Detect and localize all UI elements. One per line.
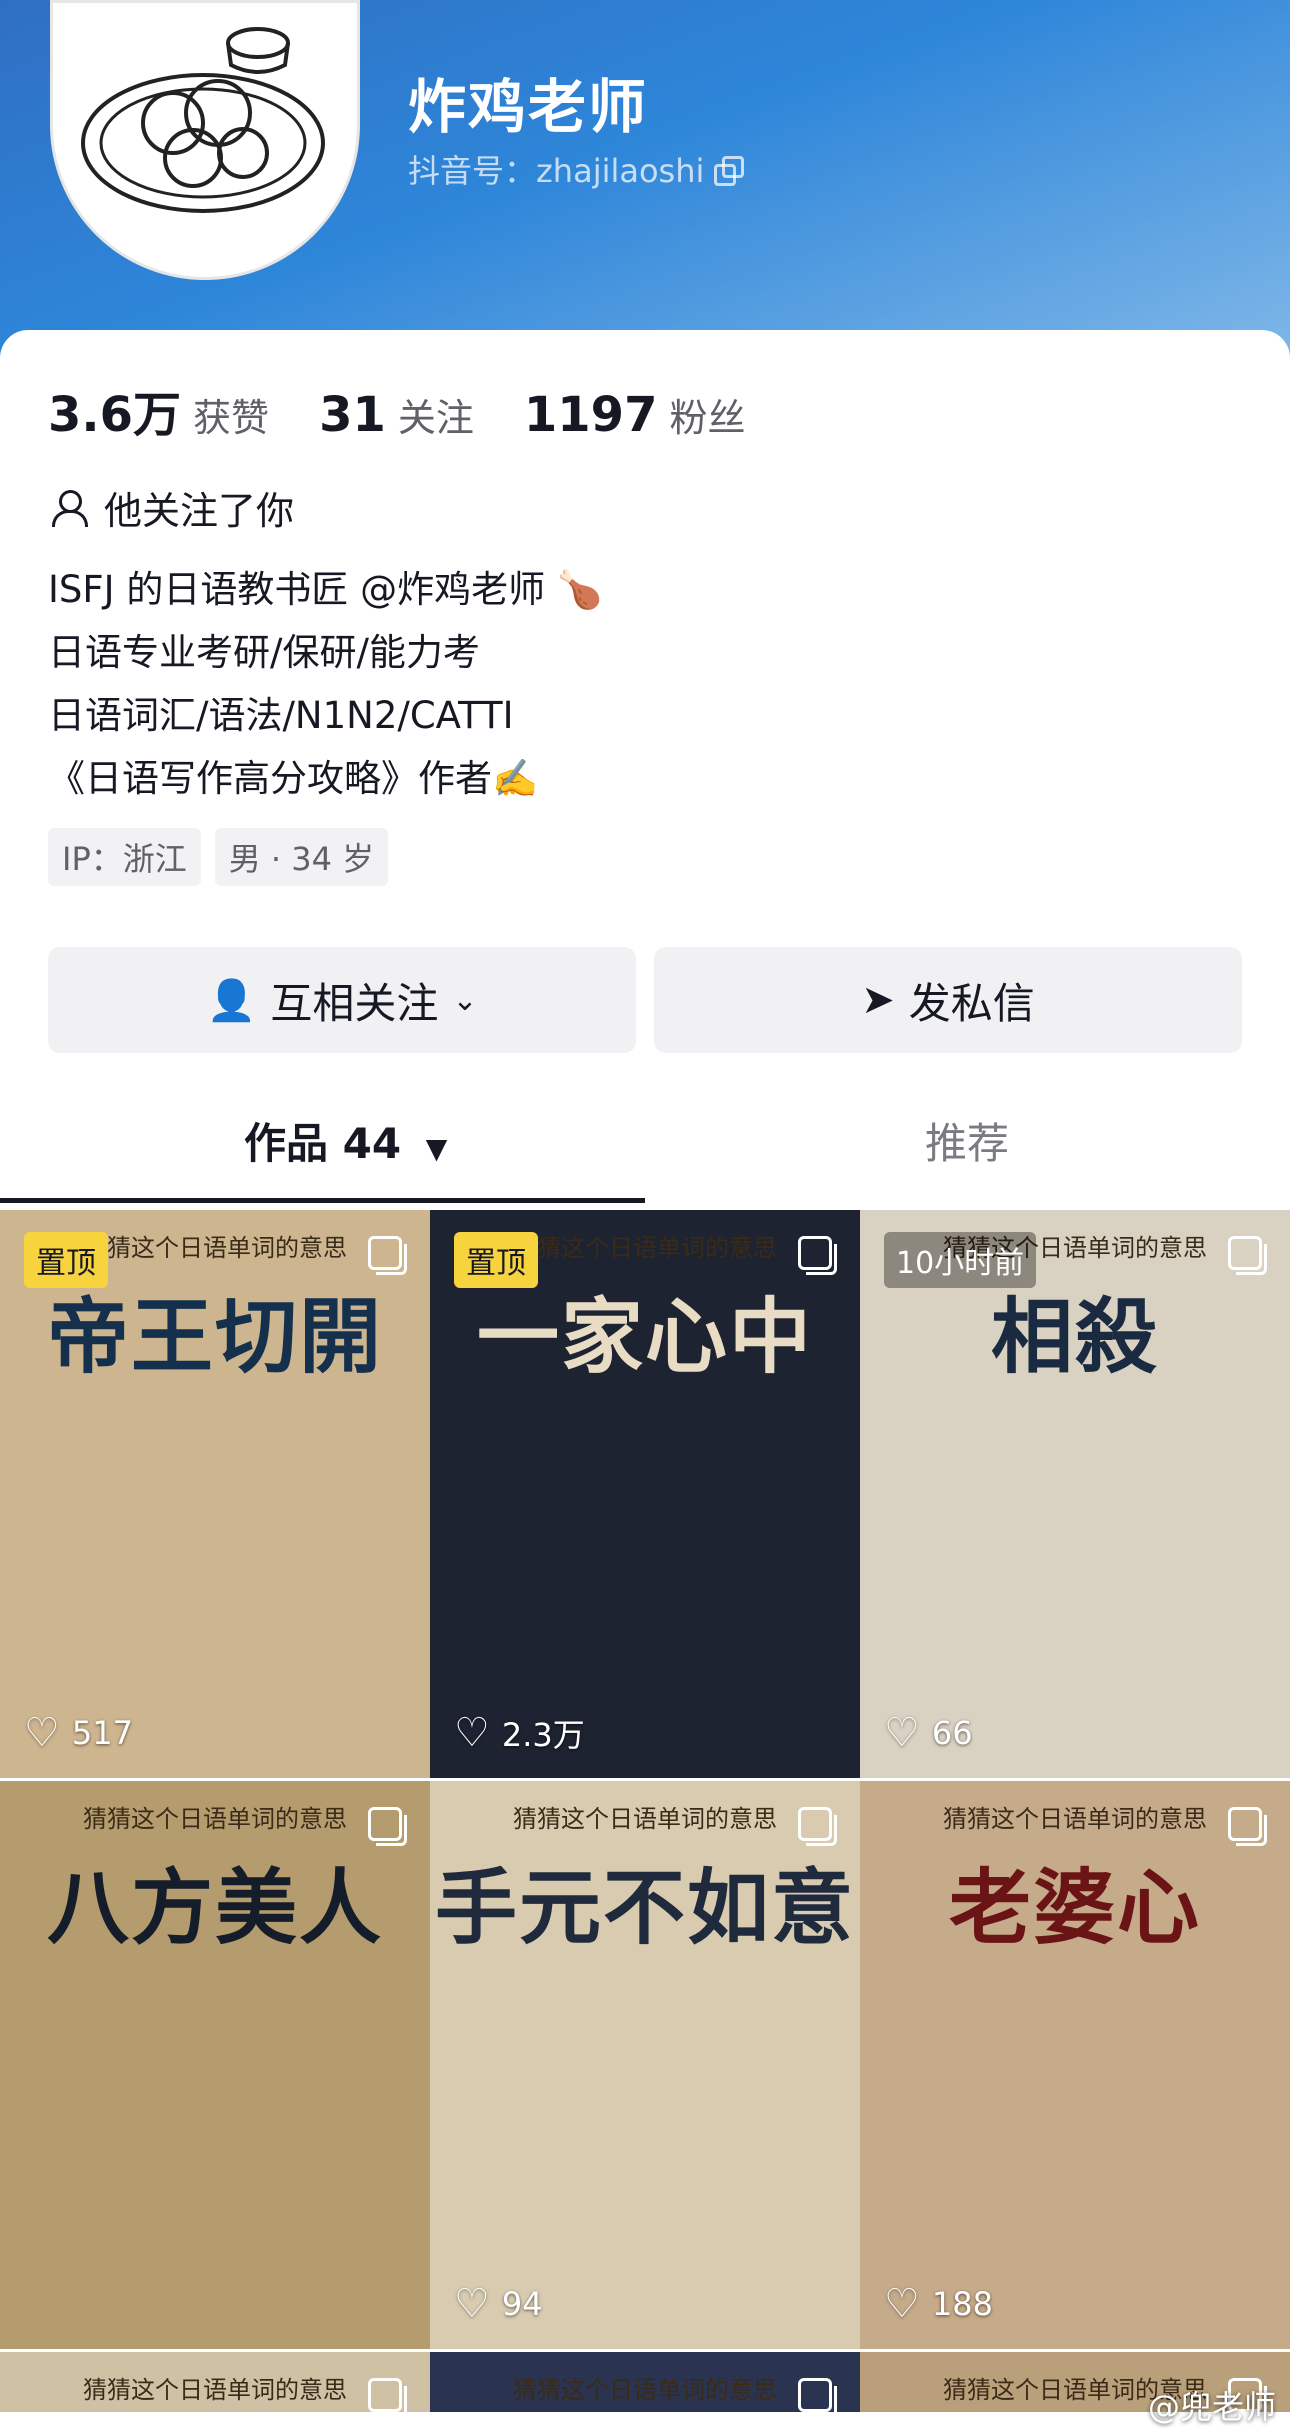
multi-image-icon xyxy=(368,2378,407,2412)
heart-icon: ♡ xyxy=(884,1710,920,1756)
stat-label: 关注 xyxy=(397,396,474,440)
stat-following[interactable]: 31 关注 xyxy=(319,387,474,443)
caret-down-icon: ▼ xyxy=(425,1132,448,1165)
tab-works-label: 作品 44 xyxy=(244,1119,402,1168)
profile-tags: IP：浙江 男 · 34 岁 xyxy=(48,828,389,886)
stat-label: 粉丝 xyxy=(669,396,746,440)
video-thumbnail[interactable]: 猜猜这个日语单词的意思 相殺 10小时前 ♡ 66 xyxy=(860,1210,1290,1778)
stat-value: 1197 xyxy=(523,387,658,443)
like-count: ♡ 2.3万 xyxy=(454,1710,585,1756)
send-message-label: 发私信 xyxy=(908,978,1035,1028)
stat-value: 3.6万 xyxy=(48,387,182,443)
tab-recommend[interactable]: 推荐 xyxy=(925,1110,1009,1171)
video-thumbnail[interactable]: 猜猜这个日语单词的意思手元不如意 ♡ 94 xyxy=(430,1781,860,2349)
follows-you-note: 他关注了你 xyxy=(50,480,294,535)
heart-icon: ♡ xyxy=(454,1710,490,1756)
video-badge: 置顶 xyxy=(24,1232,108,1288)
thumbnail-title: 老婆心 xyxy=(948,1860,1201,1956)
thumbnail-subtitle: 猜猜这个日语单词的意思 xyxy=(513,1805,777,1833)
multi-image-icon xyxy=(1228,1236,1267,1275)
watermark: @兜老师 xyxy=(1147,2388,1276,2426)
thumbnail-title: 手元不如意 xyxy=(434,1860,855,1956)
thumbnail-subtitle: 猜猜这个日语单词的意思 xyxy=(83,2376,347,2404)
multi-image-icon xyxy=(368,1236,407,1275)
douyin-id[interactable]: 抖音号：zhajilaoshi xyxy=(408,146,745,192)
mutual-follow-button[interactable]: 👤 互相关注 ⌄ xyxy=(48,947,636,1053)
video-grid: 猜猜这个日语单词的意思 帝王切開 置顶 ♡ 517 猜猜这个日语单词的意思 一家心中 置顶 ♡ 2… xyxy=(0,1210,1290,2412)
follows-you-text: 他关注了你 xyxy=(104,489,295,533)
bio-line: 《日语写作高分攻略》作者✍️ xyxy=(48,757,539,800)
gender-age-tag: 男 · 34 岁 xyxy=(214,828,389,886)
multi-image-icon xyxy=(798,2378,837,2412)
like-count: ♡ 66 xyxy=(884,1710,973,1756)
heart-icon: ♡ xyxy=(24,1710,60,1756)
user-check-icon: 👤 xyxy=(206,977,257,1024)
video-badge: 10小时前 xyxy=(884,1232,1037,1288)
mutual-follow-label: 互相关注 xyxy=(270,978,439,1028)
like-count-value: 66 xyxy=(931,1714,973,1752)
like-count: ♡ 188 xyxy=(884,2281,993,2327)
video-thumbnail[interactable]: 猜猜这个日语单词的意思 xyxy=(0,2352,430,2412)
stat-value: 31 xyxy=(319,387,386,443)
video-thumbnail[interactable]: 猜猜这个日语单词的意思 帝王切開 置顶 ♡ 517 xyxy=(0,1210,430,1778)
heart-icon: ♡ xyxy=(454,2281,490,2327)
tab-works[interactable]: 作品 44 ▼ xyxy=(244,1110,447,1171)
tab-active-indicator xyxy=(0,1198,645,1203)
profile-name: 炸鸡老师 xyxy=(408,73,649,141)
fried-chicken-icon xyxy=(81,27,325,213)
bio-line: 日语专业考研/保研/能力考 xyxy=(48,631,480,674)
content-tabs: 作品 44 ▼ 推荐 xyxy=(0,1110,1290,1190)
bio-line: ISFJ 的日语教书匠 @炸鸡老师 🍗 xyxy=(48,568,603,611)
bio-line: 日语词汇/语法/N1N2/CATTI xyxy=(48,694,514,737)
multi-image-icon xyxy=(798,1807,837,1846)
stat-likes[interactable]: 3.6万 获赞 xyxy=(48,375,269,445)
profile-header: 炸鸡老师 抖音号：zhajilaoshi xyxy=(0,0,1290,360)
stats-row: 3.6万 获赞 31 关注 1197 粉丝 xyxy=(48,375,795,445)
like-count: ♡ 94 xyxy=(454,2281,543,2327)
like-count-value: 188 xyxy=(931,2285,993,2323)
like-count-value: 94 xyxy=(501,2285,543,2323)
thumbnail-subtitle: 猜猜这个日语单词的意思 xyxy=(513,2376,777,2404)
copy-icon[interactable] xyxy=(714,156,745,186)
video-thumbnail[interactable]: 猜猜这个日语单词的意思 一家心中 置顶 ♡ 2.3万 xyxy=(430,1210,860,1778)
send-message-button[interactable]: ➤ 发私信 xyxy=(654,947,1242,1053)
thumbnail-subtitle: 猜猜这个日语单词的意思 xyxy=(943,1805,1207,1833)
heart-icon: ♡ xyxy=(884,2281,920,2327)
profile-card: 3.6万 获赞 31 关注 1197 粉丝 他关注了你 ISFJ 的日语教书匠 … xyxy=(0,330,1290,2427)
video-badge: 置顶 xyxy=(454,1232,538,1288)
thumbnail-title: 八方美人 xyxy=(46,1860,383,1956)
send-icon: ➤ xyxy=(861,977,895,1023)
douyin-id-text: 抖音号：zhajilaoshi xyxy=(408,152,705,190)
thumbnail-subtitle: 猜猜这个日语单词的意思 xyxy=(83,1805,347,1833)
stat-followers[interactable]: 1197 粉丝 xyxy=(524,387,746,443)
multi-image-icon xyxy=(798,1236,837,1275)
bio: ISFJ 的日语教书匠 @炸鸡老师 🍗 日语专业考研/保研/能力考 日语词汇/语… xyxy=(48,558,603,810)
ip-tag: IP：浙江 xyxy=(48,828,201,886)
multi-image-icon xyxy=(368,1807,407,1846)
like-count-value: 517 xyxy=(71,1714,133,1752)
video-thumbnail[interactable]: 猜猜这个日语单词的意思老婆心 ♡ 188 xyxy=(860,1781,1290,2349)
video-thumbnail[interactable]: 猜猜这个日语单词的意思 xyxy=(430,2352,860,2412)
avatar[interactable] xyxy=(50,0,360,280)
multi-image-icon xyxy=(1228,1807,1267,1846)
video-thumbnail[interactable]: 猜猜这个日语单词的意思八方美人 xyxy=(0,1781,430,2349)
like-count: ♡ 517 xyxy=(24,1710,133,1756)
chevron-down-icon: ⌄ xyxy=(452,982,478,1018)
person-icon xyxy=(50,488,88,528)
like-count-value: 2.3万 xyxy=(501,1716,585,1754)
stat-label: 获赞 xyxy=(193,396,270,440)
